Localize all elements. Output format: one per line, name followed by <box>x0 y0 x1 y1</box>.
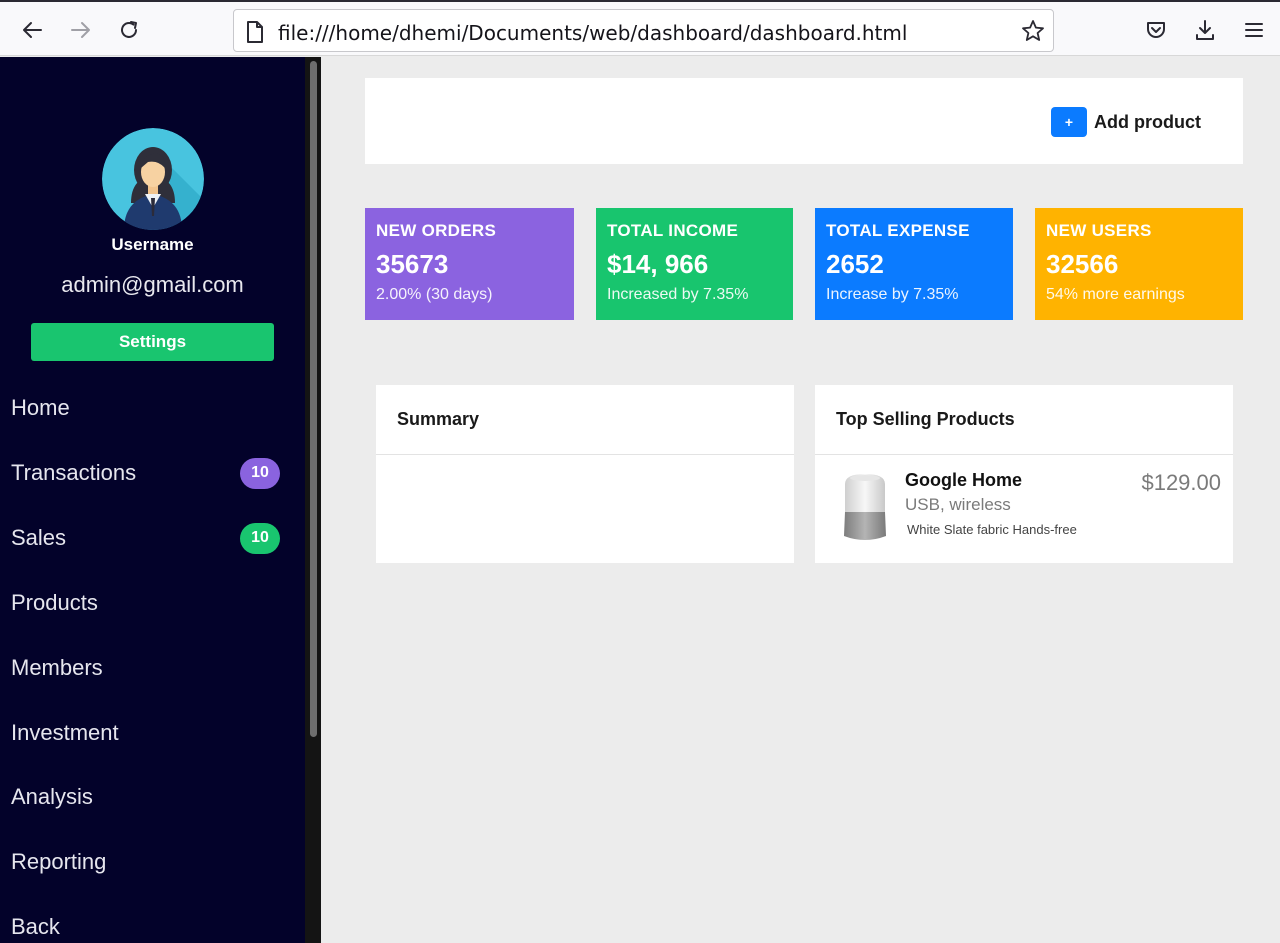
forward-arrow-icon[interactable] <box>65 14 97 46</box>
sidebar-item-transactions[interactable]: Transactions 10 <box>11 453 291 493</box>
sidebar-scrollbar-thumb[interactable] <box>310 61 317 737</box>
user-email: admin@gmail.com <box>61 272 244 297</box>
stat-subtext: 2.00% (30 days) <box>376 286 493 303</box>
sidebar-item-label: Members <box>11 655 103 680</box>
stat-card-total-income: TOTAL INCOME $14, 966 Increased by 7.35% <box>596 208 793 320</box>
stat-card-total-expense: TOTAL EXPENSE 2652 Increase by 7.35% <box>815 208 1013 320</box>
sidebar-item-label: Reporting <box>11 849 107 874</box>
header-card: + Add product <box>365 78 1243 164</box>
stat-title: TOTAL INCOME <box>607 221 739 240</box>
sidebar-item-label: Investment <box>11 720 119 745</box>
stat-value: 32566 <box>1046 249 1119 279</box>
stat-subtext: Increase by 7.35% <box>826 286 959 303</box>
product-name: Google Home <box>905 470 1023 490</box>
sidebar-item-investment[interactable]: Investment <box>11 713 291 753</box>
file-icon <box>246 21 264 48</box>
top-selling-panel: Top Selling Products Google Home USB, wi… <box>815 385 1233 563</box>
add-product-button[interactable]: + Add product <box>1051 107 1201 137</box>
download-icon[interactable] <box>1189 14 1221 46</box>
pocket-icon[interactable] <box>1140 14 1172 46</box>
sidebar-item-sales[interactable]: Sales 10 <box>11 518 291 558</box>
username: Username <box>111 235 194 254</box>
sidebar-item-label: Products <box>11 590 98 615</box>
speaker-product-image <box>841 472 889 549</box>
stat-value: 2652 <box>826 249 884 279</box>
sidebar-item-back[interactable]: Back <box>11 907 291 943</box>
plus-icon: + <box>1051 107 1087 137</box>
stat-value: $14, 966 <box>607 249 709 279</box>
stat-value: 35673 <box>376 249 449 279</box>
transactions-count-badge: 10 <box>240 457 280 489</box>
product-subtitle: USB, wireless <box>905 495 1011 514</box>
url-bar[interactable]: file:///home/dhemi/Documents/web/dashboa… <box>233 9 1054 52</box>
summary-title: Summary <box>376 385 794 455</box>
stat-subtext: Increased by 7.35% <box>607 286 749 303</box>
sidebar-item-products[interactable]: Products <box>11 583 291 623</box>
settings-button[interactable]: Settings <box>31 323 274 361</box>
product-item[interactable]: Google Home USB, wireless White Slate fa… <box>815 456 1233 563</box>
product-meta: White Slate fabric Hands-free <box>907 522 1077 537</box>
stat-subtext: 54% more earnings <box>1046 286 1185 303</box>
bookmark-star-icon[interactable] <box>1021 19 1045 48</box>
back-arrow-icon[interactable] <box>16 14 48 46</box>
browser-toolbar: file:///home/dhemi/Documents/web/dashboa… <box>0 0 1280 56</box>
stat-title: TOTAL EXPENSE <box>826 221 970 240</box>
stat-card-new-users: NEW USERS 32566 54% more earnings <box>1035 208 1243 320</box>
product-price: $129.00 <box>1141 470 1221 495</box>
sidebar-item-reporting[interactable]: Reporting <box>11 842 291 882</box>
sidebar-item-label: Analysis <box>11 784 93 809</box>
sidebar-item-label: Back <box>11 914 60 939</box>
stat-title: NEW USERS <box>1046 221 1152 240</box>
menu-icon[interactable] <box>1238 14 1270 46</box>
reload-icon[interactable] <box>113 14 145 46</box>
sidebar-item-analysis[interactable]: Analysis <box>11 777 291 817</box>
avatar <box>102 128 204 230</box>
add-product-label: Add product <box>1094 111 1201 132</box>
sidebar-item-members[interactable]: Members <box>11 648 291 688</box>
sidebar-item-home[interactable]: Home <box>11 388 291 428</box>
sidebar-item-label: Sales <box>11 525 67 550</box>
sales-count-badge: 10 <box>240 522 280 554</box>
stat-card-new-orders: NEW ORDERS 35673 2.00% (30 days) <box>365 208 574 320</box>
sidebar-item-label: Transactions <box>11 460 137 485</box>
stat-title: NEW ORDERS <box>376 221 497 240</box>
sidebar-item-label: Home <box>11 395 70 420</box>
summary-panel: Summary <box>376 385 794 563</box>
top-selling-title: Top Selling Products <box>815 385 1233 455</box>
sidebar: Username admin@gmail.com Settings Home T… <box>0 57 321 943</box>
url-text: file:///home/dhemi/Documents/web/dashboa… <box>278 21 908 45</box>
